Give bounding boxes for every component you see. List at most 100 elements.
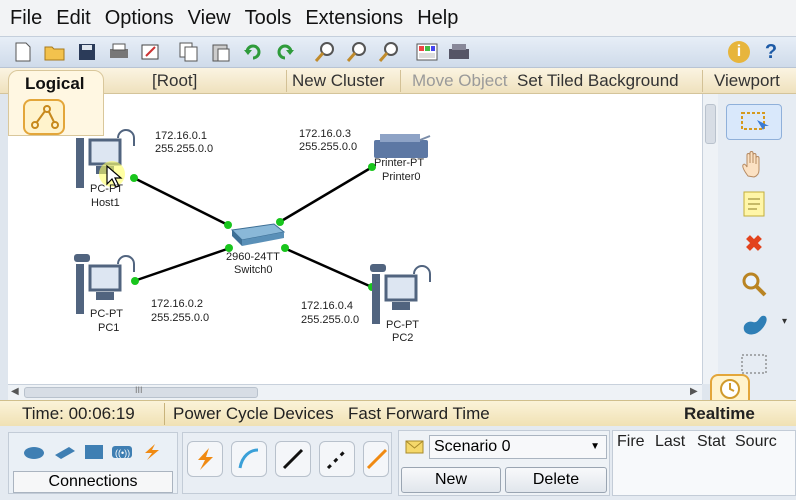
scenario-dropdown[interactable]: Scenario 0 ▼ [429, 435, 607, 459]
scrollbar-thumb[interactable] [705, 104, 716, 144]
switch0-model-label: 2960-24TT [226, 251, 280, 263]
link-status-dot [276, 218, 284, 226]
menu-edit[interactable]: Edit [56, 7, 90, 30]
menu-options[interactable]: Options [105, 7, 174, 30]
menu-bar: File Edit Options View Tools Extensions … [0, 0, 796, 36]
set-tiled-background-button[interactable]: Set Tiled Background [517, 71, 679, 91]
host1-name-label: Host1 [91, 197, 120, 209]
print-icon[interactable] [108, 41, 130, 63]
fast-forward-time-button[interactable]: Fast Forward Time [348, 404, 490, 424]
column-header-last[interactable]: Last [655, 433, 685, 451]
menu-tools[interactable]: Tools [245, 7, 292, 30]
switch-icon [230, 223, 286, 246]
straight-through-cable-button[interactable] [275, 441, 311, 477]
printer0-mask-label: 255.255.0.0 [299, 141, 357, 153]
auto-connection-icon [198, 448, 213, 470]
menu-extensions[interactable]: Extensions [305, 7, 403, 30]
link-status-dot [224, 221, 232, 229]
redo-icon[interactable] [274, 41, 296, 63]
pc1-ip-label: 172.16.0.2 [151, 298, 203, 310]
console-cable-icon [238, 448, 259, 469]
topology-diagram: 172.16.0.1 255.255.0.0 PC-PT Host1 172.1… [74, 128, 431, 344]
fiber-cable-button[interactable] [363, 441, 389, 477]
status-separator [164, 403, 165, 425]
zoom-in-icon[interactable] [314, 41, 336, 63]
draw-shape-icon[interactable] [726, 306, 782, 342]
custom-device-icon[interactable] [448, 41, 470, 63]
scroll-left-arrow-icon[interactable]: ◀ [11, 386, 19, 397]
power-cycle-devices-button[interactable]: Power Cycle Devices [173, 404, 334, 424]
link-printer0-switch0 [277, 164, 375, 225]
copy-icon[interactable] [178, 41, 200, 63]
pc-icon [74, 254, 135, 314]
logical-view-icon[interactable] [23, 99, 65, 135]
open-folder-icon[interactable] [44, 41, 66, 63]
column-header-fire[interactable]: Fire [617, 433, 645, 451]
delete-icon[interactable]: ✖ [726, 226, 782, 262]
pc1-mask-label: 255.255.0.0 [151, 312, 209, 324]
note-icon[interactable] [726, 186, 782, 222]
vertical-scrollbar[interactable] [702, 94, 718, 384]
crossover-cable-icon [326, 448, 348, 470]
undo-icon[interactable] [242, 41, 264, 63]
connections-category-icon[interactable] [141, 443, 163, 461]
column-header-source[interactable]: Sourc [735, 433, 777, 451]
routers-category-icon[interactable] [23, 443, 45, 461]
crossover-cable-button[interactable] [319, 441, 355, 477]
device-category-panel: ((•)) Connections [8, 432, 178, 494]
nav-separator [400, 70, 401, 92]
pc2-model-label: PC-PT [386, 319, 419, 331]
logical-workspace-canvas[interactable]: 172.16.0.1 255.255.0.0 PC-PT Host1 172.1… [8, 94, 702, 384]
horizontal-scrollbar[interactable]: ◀ III ▶ [8, 384, 702, 400]
realtime-mode-tab[interactable]: Realtime [684, 404, 755, 424]
activity-wizard-icon[interactable] [140, 41, 162, 63]
viewport-button[interactable]: Viewport [714, 71, 780, 91]
switches-category-icon[interactable] [53, 443, 75, 461]
scrollbar-grip: III [135, 385, 143, 395]
time-display: Time: 00:06:19 [22, 404, 135, 423]
host1-model-label: PC-PT [90, 183, 123, 195]
console-cable-button[interactable] [231, 441, 267, 477]
connection-types-panel [182, 432, 392, 494]
inspect-icon[interactable] [726, 266, 782, 302]
pc1-model-label: PC-PT [90, 308, 123, 320]
pc-icon [370, 264, 431, 324]
paste-icon[interactable] [210, 41, 232, 63]
scrollbar-thumb[interactable]: III [24, 385, 258, 398]
logical-tab[interactable]: Logical [8, 70, 104, 136]
menu-view[interactable]: View [188, 7, 231, 30]
new-scenario-button[interactable]: New [401, 467, 501, 493]
link-host1-switch0 [133, 176, 229, 227]
menu-file[interactable]: File [10, 7, 42, 30]
pdu-envelope-icon [405, 440, 424, 454]
expand-arrow-icon[interactable]: ▾ [782, 316, 787, 327]
delete-scenario-button[interactable]: Delete [505, 467, 607, 493]
palette-icon[interactable] [416, 41, 438, 63]
menu-help[interactable]: Help [417, 7, 458, 30]
wireless-category-icon[interactable]: ((•)) [111, 443, 133, 461]
hand-icon[interactable] [726, 146, 782, 182]
fiber-cable-icon [366, 448, 388, 470]
pc2-mask-label: 255.255.0.0 [301, 314, 359, 326]
zoom-reset-icon[interactable] [346, 41, 368, 63]
link-pc1-switch0 [133, 246, 231, 283]
link-status-dot [281, 244, 289, 252]
new-cluster-button[interactable]: New Cluster [292, 71, 385, 91]
workspace-nav-bar: [Root] New Cluster Move Object Set Tiled… [0, 68, 796, 94]
select-icon[interactable] [726, 104, 782, 140]
save-icon[interactable] [76, 41, 98, 63]
info-button[interactable]: i [728, 41, 750, 63]
pc2-name-label: PC2 [392, 332, 413, 344]
scroll-right-arrow-icon[interactable]: ▶ [690, 386, 698, 397]
new-file-icon[interactable] [12, 41, 34, 63]
hubs-category-icon[interactable] [83, 443, 105, 461]
auto-connection-button[interactable] [187, 441, 223, 477]
help-button[interactable]: ? [760, 41, 782, 63]
svg-text:((•)): ((•)) [115, 448, 130, 458]
column-header-status[interactable]: Stat [697, 433, 725, 451]
zoom-out-icon[interactable] [378, 41, 400, 63]
printer-icon [374, 134, 431, 158]
root-button[interactable]: [Root] [152, 71, 197, 91]
move-object-button[interactable]: Move Object [412, 71, 507, 91]
printer0-model-label: Printer-PT [374, 157, 424, 169]
